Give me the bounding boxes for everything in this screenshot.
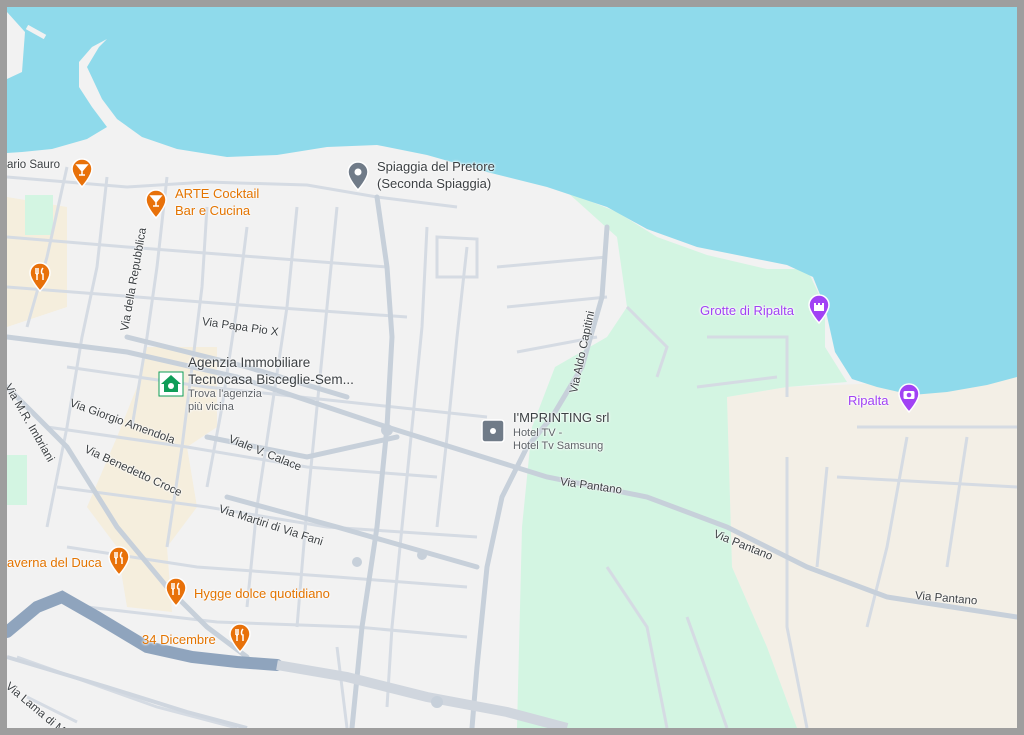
spiaggia-sublabel[interactable]: (Seconda Spiaggia) — [377, 176, 491, 192]
home-icon — [158, 371, 184, 397]
hygge-poi[interactable] — [164, 577, 188, 608]
roundabout — [431, 696, 443, 708]
restaurant-icon — [108, 546, 130, 577]
arte-cocktail-label-line2[interactable]: Bar e Cucina — [175, 203, 250, 219]
ripalta-label[interactable]: Ripalta — [848, 393, 888, 409]
castle-icon — [808, 294, 830, 325]
hygge-label[interactable]: Hygge dolce quotidiano — [194, 586, 330, 602]
roundabout — [352, 557, 362, 567]
restaurant-icon — [229, 623, 251, 654]
roundabout — [417, 550, 427, 560]
grotte-poi[interactable] — [807, 294, 831, 325]
imprinting-sublabel-line1: Hotel TV - — [513, 427, 563, 439]
agenzia-sublabel-line2: più vicina — [188, 401, 234, 413]
imprinting-label[interactable]: I'MPRINTING srl — [513, 410, 609, 426]
agenzia-sublabel-line1: Trova l'agenzia — [188, 388, 262, 400]
dicembre-label[interactable]: 34 Dicembre — [142, 632, 216, 648]
taverna-label[interactable]: averna del Duca — [7, 555, 102, 571]
agenzia-label-line1[interactable]: Agenzia Immobiliare — [188, 355, 310, 371]
map-frame[interactable]: ario Sauro Via della Repubblica Via Papa… — [7, 7, 1017, 728]
arte-cocktail-label-line1[interactable]: ARTE Cocktail — [175, 186, 259, 202]
cocktail-icon — [145, 189, 167, 220]
dicembre-poi[interactable] — [228, 623, 252, 654]
imprinting-sublabel-line2: Hotel Tv Samsung — [513, 440, 604, 452]
cocktail-icon — [71, 158, 93, 189]
roundabout — [381, 424, 393, 436]
agenzia-poi[interactable] — [158, 371, 184, 397]
street-label-sauro: ario Sauro — [7, 159, 61, 171]
business-icon — [481, 419, 505, 443]
spiaggia-label[interactable]: Spiaggia del Pretore — [377, 159, 495, 175]
beach-pin-icon — [347, 161, 369, 192]
imprinting-poi[interactable] — [481, 419, 505, 443]
taverna-poi[interactable] — [107, 546, 131, 577]
camera-icon — [898, 383, 920, 414]
spiaggia-poi[interactable] — [346, 161, 370, 192]
restaurant-icon — [29, 262, 51, 293]
map-canvas[interactable] — [7, 7, 1017, 728]
agenzia-label-line2[interactable]: Tecnocasa Bisceglie-Sem... — [188, 372, 354, 388]
restaurant-poi-left[interactable] — [28, 262, 52, 293]
restaurant-icon — [165, 577, 187, 608]
garden-patch — [7, 455, 27, 505]
arte-cocktail-poi[interactable] — [144, 189, 168, 220]
ripalta-poi[interactable] — [897, 383, 921, 414]
cocktail-poi-left[interactable] — [70, 158, 94, 189]
grotte-label[interactable]: Grotte di Ripalta — [700, 303, 794, 319]
garden-patch — [25, 195, 53, 235]
